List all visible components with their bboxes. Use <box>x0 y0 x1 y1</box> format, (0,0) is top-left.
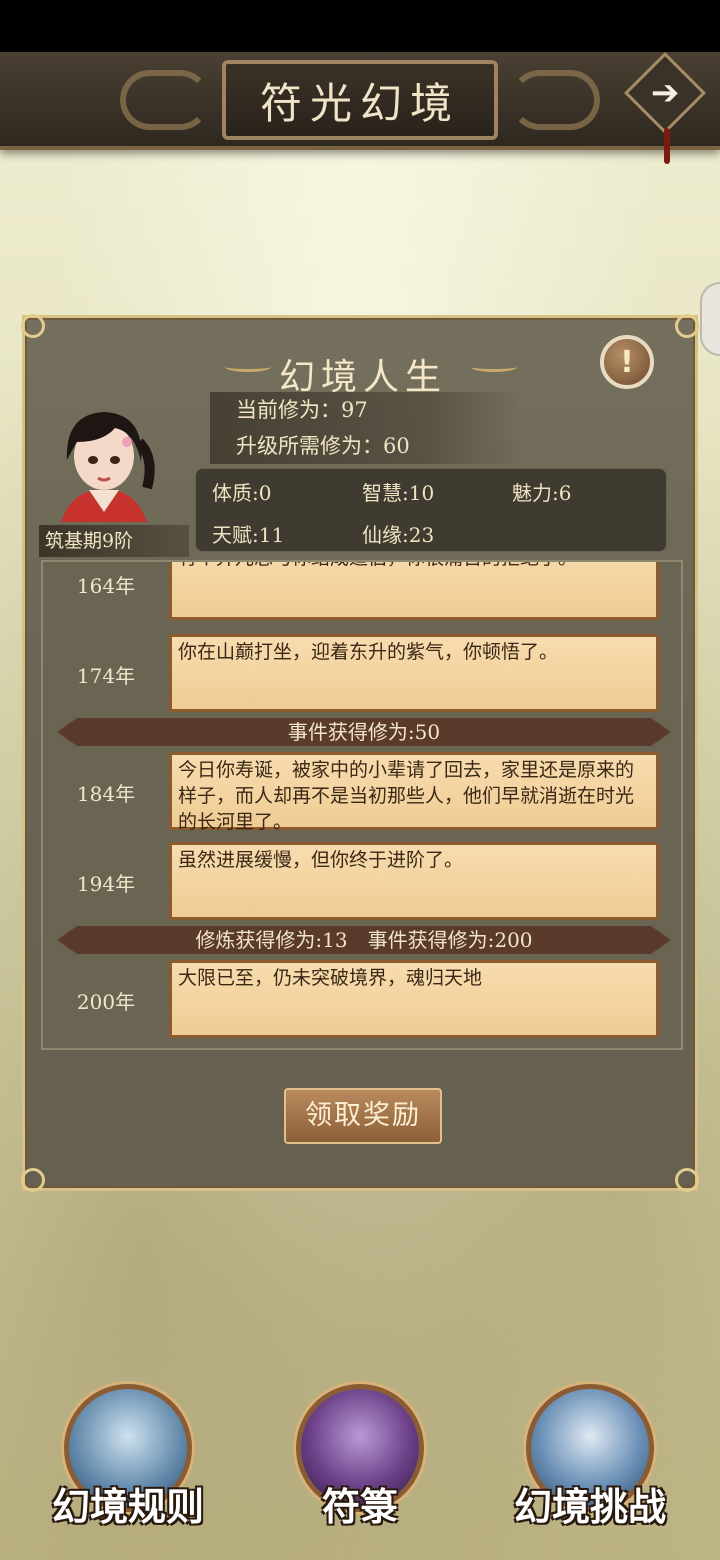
attr-charm: 魅力:6 <box>512 481 572 505</box>
event-card: 有个弃儿总与你结成道侣，你很痛苦的拒绝了。 <box>169 562 659 620</box>
event-text: 你在山巅打坐，迎着东升的紫气，你顿悟了。 <box>178 641 559 663</box>
event-card: 大限已至，仍未突破境界，魂归天地 <box>169 960 659 1038</box>
corner-ornament <box>675 314 699 338</box>
corner-ornament <box>21 1168 45 1192</box>
current-cultivation: 当前修为：97 <box>210 392 520 428</box>
challenge-label: 幻境挑战 <box>513 1484 666 1529</box>
cultivation-gain-ribbon: 事件获得修为:50 <box>57 718 671 746</box>
corner-ornament <box>675 1168 699 1192</box>
page-title: 符光幻境 <box>259 78 460 128</box>
rules-label: 幻境规则 <box>51 1484 204 1529</box>
attr-physique: 体质:0 <box>212 481 272 505</box>
title-plate: 符光幻境 <box>222 60 498 140</box>
status-bar <box>0 0 720 52</box>
talisman-button[interactable]: 符箓 <box>290 1384 430 1534</box>
attributes-box: 体质:0 智慧:10 魅力:6 天赋:11 仙缘:23 <box>195 468 667 552</box>
attr-wisdom: 智慧:10 <box>362 481 435 505</box>
event-year: 200年 <box>76 990 136 1014</box>
exclamation-icon: ! <box>620 344 634 380</box>
help-button[interactable]: ! <box>600 335 654 389</box>
attr-fate: 仙缘:23 <box>362 523 435 547</box>
cultivation-gain-ribbon: 修炼获得修为:13 事件获得修为:200 <box>57 926 671 954</box>
realm-level: 筑基期9阶 <box>39 525 189 557</box>
cloud-ornament-left <box>120 70 210 130</box>
title-banner: 符光幻境 <box>0 52 720 150</box>
event-year: 184年 <box>76 782 136 806</box>
event-text: 有个弃儿总与你结成道侣，你很痛苦的拒绝了。 <box>178 562 577 569</box>
talisman-label: 符箓 <box>321 1484 398 1529</box>
event-text: 虽然进展缓慢，但你终于进阶了。 <box>178 849 464 871</box>
arrow-right-icon: ➔ <box>650 73 680 113</box>
required-cultivation: 升级所需修为：60 <box>210 428 520 464</box>
claim-reward-button[interactable]: 领取奖励 <box>284 1088 442 1144</box>
life-event-log[interactable]: 164年 有个弃儿总与你结成道侣，你很痛苦的拒绝了。 174年 你在山巅打坐，迎… <box>41 560 683 1050</box>
event-card: 虽然进展缓慢，但你终于进阶了。 <box>169 842 659 920</box>
challenge-button[interactable]: 幻境挑战 <box>514 1384 666 1534</box>
attr-talent: 天赋:11 <box>212 523 285 547</box>
rules-button[interactable]: 幻境规则 <box>52 1384 204 1534</box>
event-text: 大限已至，仍未突破境界，魂归天地 <box>178 967 483 989</box>
tassel-decoration <box>664 128 670 164</box>
title-swirl-right <box>471 362 517 372</box>
event-card: 今日你寿诞，被家中的小辈请了回去，家里还是原来的样子，而人却再不是当初那些人，他… <box>169 752 659 833</box>
illusion-life-panel: 幻境人生 ! 当前修为：97 升级所需修为：60 筑基期9阶 体质:0 智慧:1… <box>21 314 699 1192</box>
cloud-ornament-right <box>510 70 600 130</box>
event-year: 164年 <box>76 574 136 598</box>
event-text: 今日你寿诞，被家中的小辈请了回去，家里还是原来的样子，而人却再不是当初那些人，他… <box>178 759 635 833</box>
event-year: 174年 <box>76 664 136 688</box>
event-year: 194年 <box>76 872 136 896</box>
corner-ornament <box>21 314 45 338</box>
side-float-icon[interactable] <box>700 282 720 356</box>
event-card: 你在山巅打坐，迎着东升的紫气，你顿悟了。 <box>169 634 659 712</box>
character-avatar <box>43 402 165 522</box>
